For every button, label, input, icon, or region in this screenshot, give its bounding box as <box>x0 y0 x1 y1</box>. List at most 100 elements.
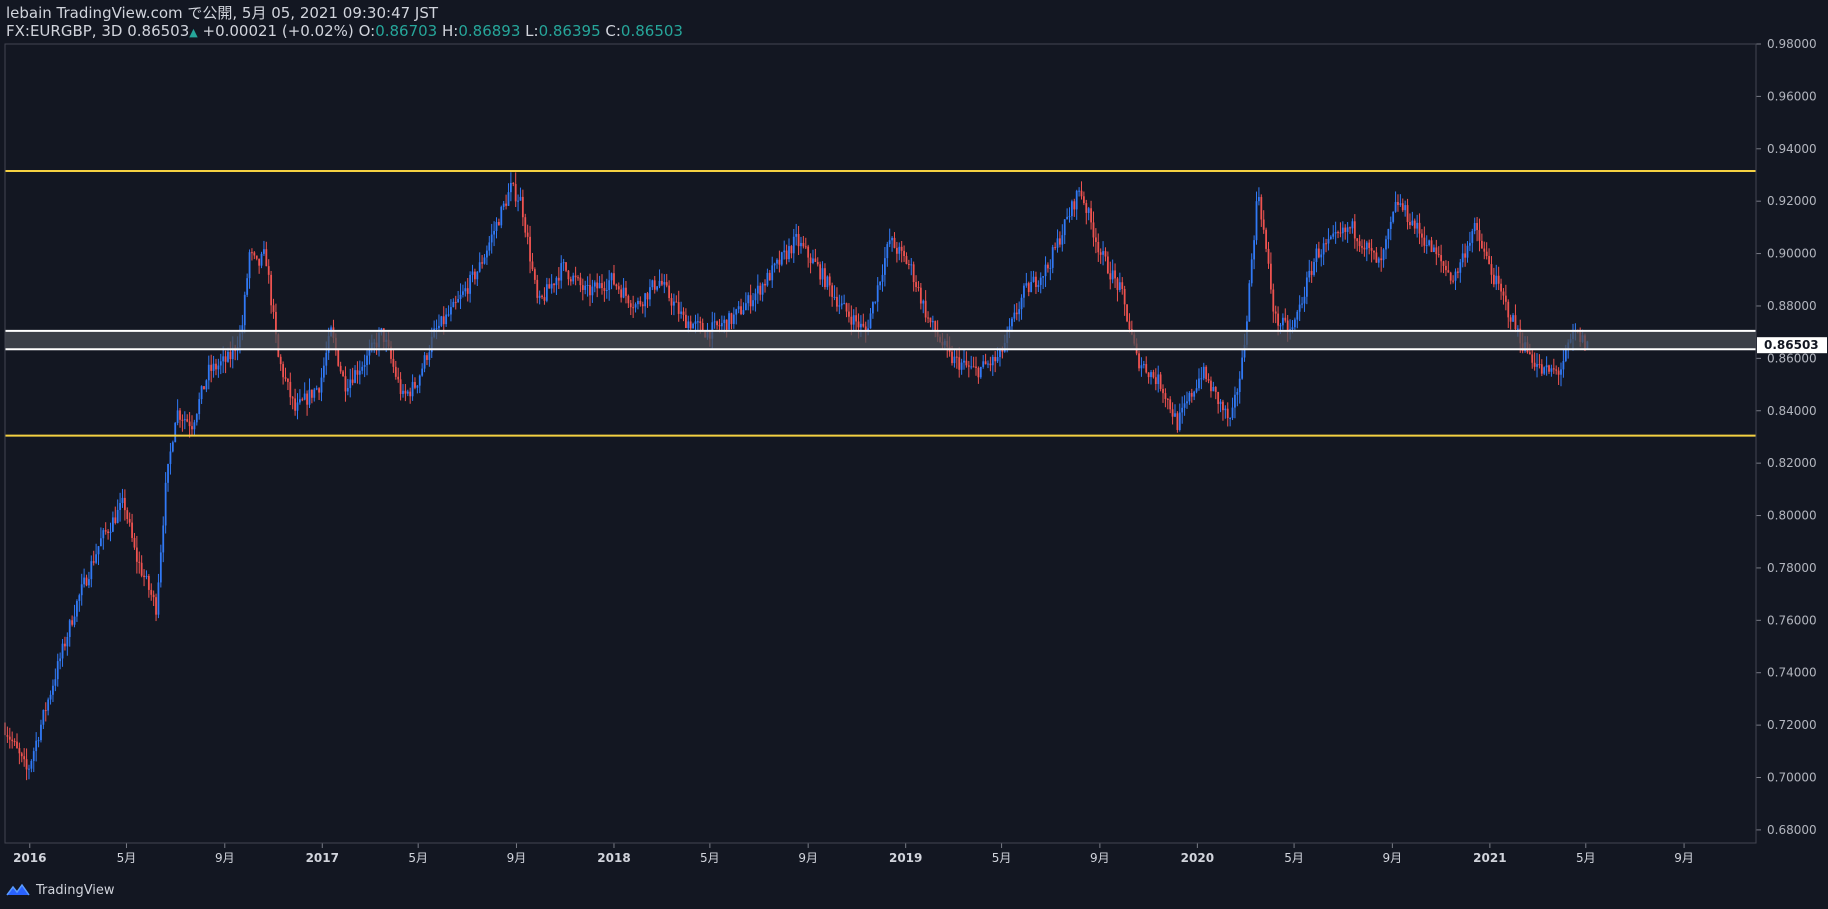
candle-body <box>509 182 512 193</box>
candle-body <box>589 285 591 296</box>
footer-brand[interactable]: TradingView <box>6 879 115 901</box>
candle-body <box>16 741 18 749</box>
candle-body <box>1267 248 1270 264</box>
candle-body <box>1368 242 1371 248</box>
candle-body <box>1114 270 1116 279</box>
candle-body <box>874 301 877 303</box>
candle-body <box>457 299 460 303</box>
candle-body <box>1492 274 1495 285</box>
candle-body <box>416 385 419 388</box>
candle-body <box>960 362 963 370</box>
candle-body <box>742 310 745 315</box>
candle-body <box>152 594 155 598</box>
candle-body <box>1344 227 1347 232</box>
candle-body <box>1514 315 1517 329</box>
candle-body <box>651 280 654 288</box>
price-chart[interactable]: 0.98000 0.96000 0.94000 0.92000 0.90000 0.880… <box>0 0 1828 909</box>
price-axis[interactable]: 0.98000 0.96000 0.94000 0.92000 0.90000 0.880… <box>1756 37 1827 837</box>
candle-body <box>1281 317 1284 326</box>
candle-body <box>1442 261 1445 266</box>
candle-body <box>502 203 505 207</box>
candle-body <box>761 283 764 295</box>
candle-body <box>1533 362 1536 367</box>
candle-body <box>505 203 507 206</box>
time-axis[interactable]: 2016 5月 9月 2017 5月 9月 2018 5月 9月 2019 5月 9月 2020 5月 9月… <box>13 843 1694 865</box>
candle-body <box>438 325 440 329</box>
candle-body <box>318 388 320 393</box>
candle-body <box>1502 291 1505 296</box>
candle-body <box>972 366 975 368</box>
candle-body <box>183 419 186 421</box>
candle-body <box>1236 391 1239 395</box>
candle-body <box>1457 271 1459 273</box>
candle-body <box>1219 401 1222 405</box>
candle-body <box>1313 262 1315 275</box>
candle-body <box>1042 276 1045 278</box>
candle-body <box>1044 264 1047 277</box>
candle-body <box>342 371 344 377</box>
candle-body <box>895 247 898 254</box>
candle-body <box>61 643 64 659</box>
candle-body <box>1138 353 1140 369</box>
candle-body <box>517 200 519 202</box>
candle-body <box>88 579 90 586</box>
candle-body <box>1066 216 1069 220</box>
candle-body <box>1097 241 1100 253</box>
candle-body <box>8 736 11 740</box>
candle-body <box>982 361 985 367</box>
candle-body <box>1063 219 1066 236</box>
candle-body <box>71 620 74 625</box>
candle-body <box>119 502 121 510</box>
candle-body <box>243 294 246 326</box>
candle-body <box>1545 365 1548 368</box>
candle-body <box>1159 374 1162 389</box>
candle-body <box>927 317 929 319</box>
candle-body <box>1401 203 1404 211</box>
candle-body <box>888 240 891 245</box>
plot-frame <box>4 43 1757 844</box>
candle-body <box>661 280 663 285</box>
candle-body <box>850 316 853 325</box>
candle-body <box>1334 232 1337 234</box>
y-tick-label: 0.70000 <box>1767 771 1817 785</box>
candle-body <box>641 304 644 307</box>
candle-body <box>814 258 817 262</box>
candle-body <box>25 759 28 770</box>
y-tick-label: 0.98000 <box>1767 37 1817 51</box>
candle-body <box>1147 372 1150 378</box>
candle-body <box>1365 242 1368 250</box>
candle-body <box>720 323 723 327</box>
candle-body <box>1169 399 1172 410</box>
candle-body <box>251 252 253 254</box>
candle-body <box>567 270 570 280</box>
candle-body <box>860 323 862 328</box>
candle-body <box>1198 378 1200 389</box>
candle-body <box>1054 247 1057 249</box>
candle-body <box>754 293 757 301</box>
candle-body <box>426 355 428 360</box>
y-tick-label: 0.68000 <box>1767 823 1817 837</box>
candle-body <box>1217 391 1220 405</box>
candle-body <box>1020 297 1023 310</box>
candle-body <box>363 365 366 367</box>
candle-body <box>18 748 21 754</box>
x-tick-label: 5月 <box>1576 851 1596 865</box>
candle-body <box>1445 265 1447 271</box>
candle-body <box>76 600 78 617</box>
candle-body <box>1433 247 1435 253</box>
candle-body <box>128 519 131 523</box>
candle-body <box>361 366 364 371</box>
candle-body <box>1241 357 1244 379</box>
candle-body <box>1126 304 1128 322</box>
candle-body <box>531 261 534 270</box>
candle-body <box>23 756 26 760</box>
candle-body <box>1423 237 1426 246</box>
candle-body <box>1466 245 1469 258</box>
candle-body <box>670 298 673 306</box>
candle-body <box>1023 285 1025 298</box>
candle-body <box>718 325 721 327</box>
candle-body <box>792 236 795 254</box>
supply-demand-zone[interactable] <box>5 330 1756 350</box>
candle-body <box>488 242 491 251</box>
candle-body <box>903 250 905 257</box>
